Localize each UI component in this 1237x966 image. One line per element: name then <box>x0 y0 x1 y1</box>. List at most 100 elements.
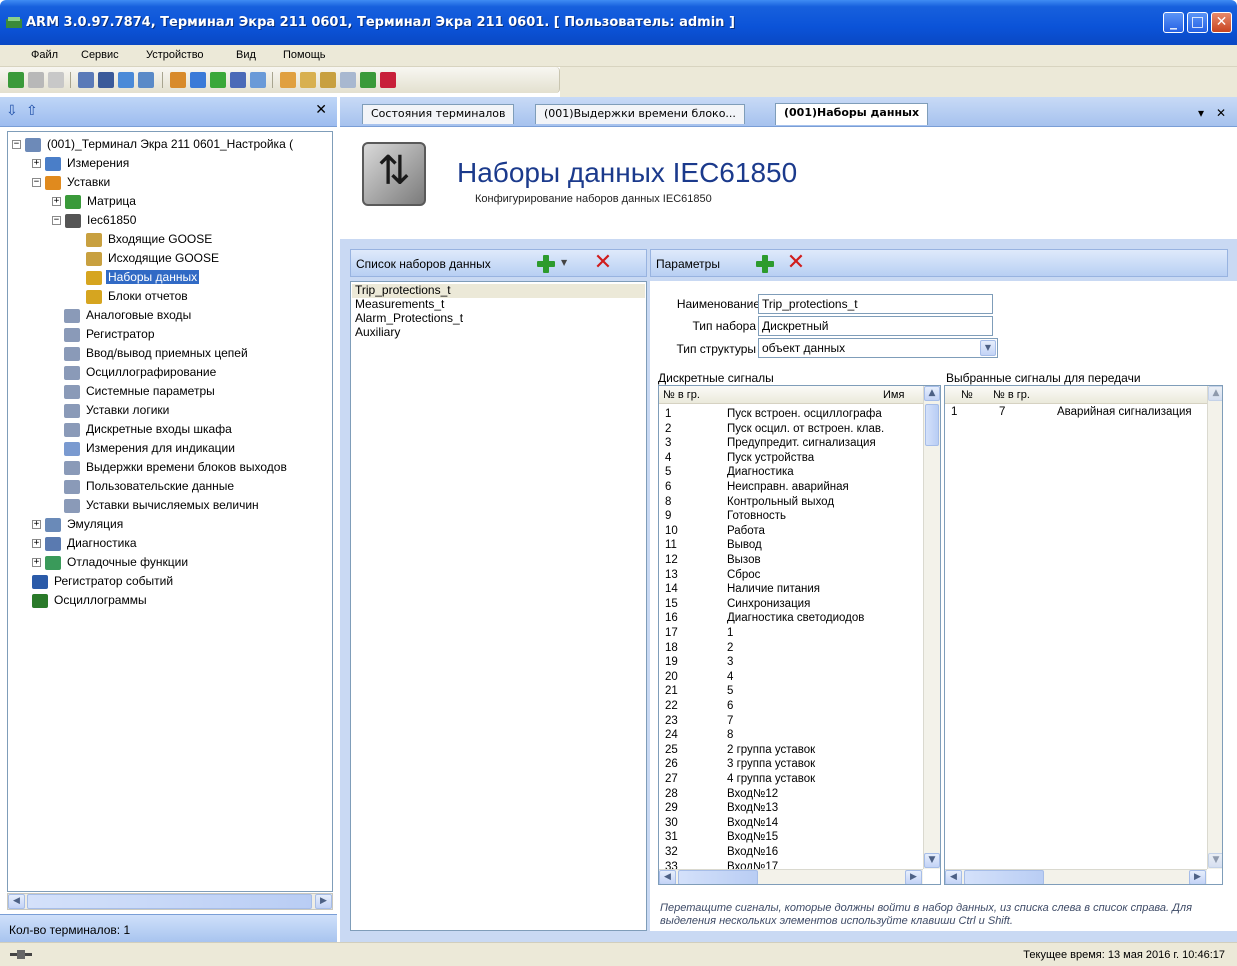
table-row[interactable]: 3 Предупредит. сигнализация <box>659 437 921 452</box>
tree-item[interactable]: − (001)_Терминал Экра 211 0601_Настройка … <box>12 136 295 155</box>
table-row[interactable]: 5 Диагностика <box>659 466 921 481</box>
tree-item[interactable]: Уставки вычисляемых величин <box>64 497 261 516</box>
collapse-icon[interactable]: − <box>32 178 41 188</box>
tree-item[interactable]: − Уставки <box>32 174 112 193</box>
tree-item[interactable]: Пользовательские данные <box>64 478 236 497</box>
scroll-left-icon[interactable]: ◀ <box>945 870 962 884</box>
flag-icon[interactable] <box>380 72 396 88</box>
discrete-horizontal-scrollbar[interactable]: ◀ ▶ <box>659 869 923 884</box>
list-item[interactable]: Trip_protections_t <box>352 284 645 298</box>
window-icon[interactable] <box>118 72 134 88</box>
tree-item[interactable]: − Iec61850 <box>52 212 138 231</box>
table-row[interactable]: 24 8 <box>659 729 921 744</box>
maximize-button[interactable]: □ <box>1187 12 1208 33</box>
tree-item[interactable]: + Отладочные функции <box>32 554 190 573</box>
expand-icon[interactable]: + <box>32 520 41 530</box>
sort-icon[interactable]: ⇧ <box>26 103 38 119</box>
network-icon[interactable] <box>210 72 226 88</box>
export-icon[interactable] <box>170 72 186 88</box>
tab-close-icon[interactable]: ✕ <box>1216 106 1226 120</box>
properties-icon[interactable] <box>48 72 64 88</box>
table-row[interactable]: 10 Работа <box>659 525 921 540</box>
list-icon[interactable] <box>78 72 94 88</box>
name-field[interactable]: Trip_protections_t <box>758 294 993 314</box>
edit-icon[interactable] <box>300 72 316 88</box>
table-row[interactable]: 2 Пуск осцил. от встроен. клав. <box>659 423 921 438</box>
scroll-thumb[interactable] <box>925 404 939 446</box>
list-item[interactable]: Measurements_t <box>352 298 645 312</box>
table-row[interactable]: 32 Вход№16 <box>659 846 921 861</box>
tree-item[interactable]: Исходящие GOOSE <box>86 250 221 269</box>
tab-list-icon[interactable]: ▾ <box>1198 106 1204 120</box>
tree-item[interactable]: Регистратор <box>64 326 157 345</box>
table-row[interactable]: 25 2 группа уставок <box>659 744 921 759</box>
scroll-left-icon[interactable]: ◀ <box>659 870 676 884</box>
list-item[interactable]: Alarm_Protections_t <box>352 312 645 326</box>
table-row[interactable]: 15 Синхронизация <box>659 598 921 613</box>
tree-item[interactable]: Регистратор событий <box>32 573 175 592</box>
tree-item[interactable]: Уставки логики <box>64 402 171 421</box>
import-icon[interactable] <box>190 72 206 88</box>
table-row[interactable]: 19 3 <box>659 656 921 671</box>
table-row[interactable]: 31 Вход№15 <box>659 831 921 846</box>
scroll-up-icon[interactable]: ▲ <box>1208 386 1222 401</box>
tree-item[interactable]: Системные параметры <box>64 383 217 402</box>
table-row[interactable]: 11 Вывод <box>659 539 921 554</box>
table-row[interactable]: 17 1 <box>659 627 921 642</box>
tree-item[interactable]: + Матрица <box>52 193 138 212</box>
menu-file[interactable]: Файл <box>31 49 58 61</box>
minimize-button[interactable]: _ <box>1163 12 1184 33</box>
tree-horizontal-scrollbar[interactable]: ◀ ▶ <box>7 893 333 910</box>
table-row[interactable]: 28 Вход№12 <box>659 788 921 803</box>
disconnect-icon[interactable] <box>28 72 44 88</box>
scroll-down-icon[interactable]: ▼ <box>924 853 940 868</box>
menu-view[interactable]: Вид <box>236 49 256 61</box>
tree-item[interactable]: Блоки отчетов <box>86 288 190 307</box>
selected-horizontal-scrollbar[interactable]: ◀ ▶ <box>945 869 1207 884</box>
table-row[interactable]: 23 7 <box>659 715 921 730</box>
scroll-thumb[interactable] <box>27 894 312 909</box>
tree-item[interactable]: Осциллограммы <box>32 592 149 611</box>
col-no-header[interactable]: № <box>961 389 973 401</box>
scroll-left-icon[interactable]: ◀ <box>8 894 25 909</box>
grid-icon[interactable] <box>98 72 114 88</box>
tree-item[interactable]: Измерения для индикации <box>64 440 237 459</box>
scroll-right-icon[interactable]: ▶ <box>315 894 332 909</box>
close-panel-icon[interactable]: ✕ <box>315 102 327 118</box>
tree-item[interactable]: Выдержки времени блоков выходов <box>64 459 289 478</box>
scroll-thumb[interactable] <box>678 870 758 884</box>
tree-item[interactable]: Осциллографирование <box>64 364 218 383</box>
table-row[interactable]: 21 5 <box>659 685 921 700</box>
tree-item[interactable]: Дискретные входы шкафа <box>64 421 234 440</box>
tree-item[interactable]: Входящие GOOSE <box>86 231 214 250</box>
tree-item[interactable]: Ввод/вывод приемных цепей <box>64 345 250 364</box>
scroll-up-icon[interactable]: ▲ <box>924 386 940 401</box>
table-row[interactable]: 16 Диагностика светодиодов <box>659 612 921 627</box>
table-row[interactable]: 14 Наличие питания <box>659 583 921 598</box>
table-row[interactable]: 20 4 <box>659 671 921 686</box>
scroll-right-icon[interactable]: ▶ <box>1189 870 1206 884</box>
folder-icon[interactable] <box>280 72 296 88</box>
table-row[interactable]: 9 Готовность <box>659 510 921 525</box>
delete-dataset-icon[interactable]: ✕ <box>591 251 615 275</box>
chevron-down-icon[interactable]: ▼ <box>561 258 567 267</box>
table-row[interactable]: 29 Вход№13 <box>659 802 921 817</box>
collapse-icon[interactable]: ⇩ <box>6 103 18 119</box>
expand-icon[interactable]: + <box>32 558 41 568</box>
structure-select[interactable]: объект данных ▼ <box>758 338 998 358</box>
table-row[interactable]: 1 7 Аварийная сигнализация <box>945 406 1207 421</box>
table-row[interactable]: 18 2 <box>659 642 921 657</box>
tab-terminal-states[interactable]: Состояния терминалов <box>362 104 515 124</box>
tab-timeouts[interactable]: (001)Выдержки времени блоко... <box>535 104 745 124</box>
refresh-icon[interactable] <box>360 72 376 88</box>
table-row[interactable]: 30 Вход№14 <box>659 817 921 832</box>
connect-icon[interactable] <box>8 72 24 88</box>
col-num-header[interactable]: № в гр. <box>993 389 1030 401</box>
expand-icon[interactable]: + <box>52 197 61 207</box>
expand-icon[interactable]: + <box>32 539 41 549</box>
table-row[interactable]: 22 6 <box>659 700 921 715</box>
selected-vertical-scrollbar[interactable]: ▲ ▼ <box>1207 386 1222 869</box>
collapse-icon[interactable]: − <box>52 216 61 226</box>
table-row[interactable]: 1 Пуск встроен. осциллографа <box>659 408 921 423</box>
close-button[interactable]: ✕ <box>1211 12 1232 33</box>
